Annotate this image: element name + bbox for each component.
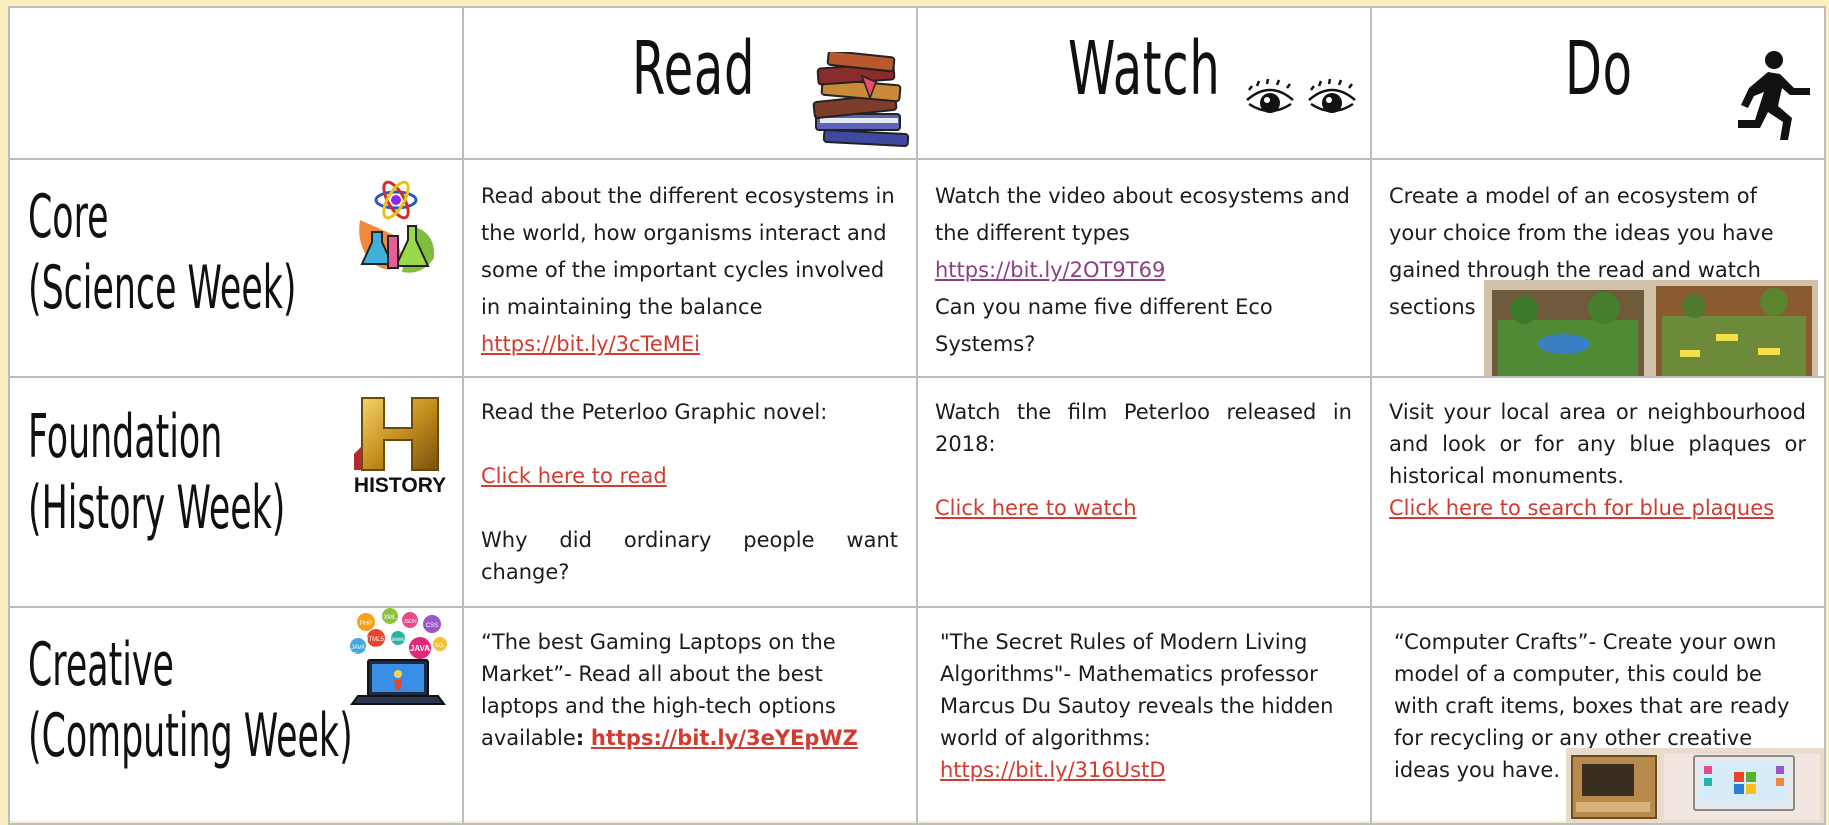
creative-watch-text: "The Secret Rules of Modern Living Algor… [940, 630, 1334, 750]
sql-bubble-label: SQL [435, 643, 445, 649]
watch-header-cell: Watch [916, 6, 1372, 160]
foundation-read-link[interactable]: Click here to read [481, 464, 667, 488]
foundation-read-text: Read the Peterloo Graphic novel: [481, 400, 828, 424]
foundation-read-question-end: change? [481, 560, 570, 584]
foundation-title: Foundation (History Week) [28, 402, 285, 544]
watch-heading: Watch [1068, 26, 1221, 112]
creative-read-link[interactable]: https://bit.ly/3eYEpWZ [591, 726, 858, 750]
history-logo-text: HISTORY [354, 474, 446, 497]
core-title-cell: Core (Science Week) [8, 158, 464, 378]
foundation-do-link[interactable]: Click here to search for blue plaques [1389, 496, 1774, 520]
core-watch-question: Can you name five different Eco Systems? [935, 295, 1273, 356]
read-heading: Read [632, 26, 756, 112]
creative-read-colon: : [575, 726, 585, 750]
creative-read-content: “The best Gaming Laptops on the Market”-… [481, 626, 898, 754]
corner-cell [8, 6, 464, 160]
ecosystem-model-photo [1484, 280, 1818, 375]
core-read-content: Read about the different ecosystems in t… [481, 178, 898, 363]
creative-do-cell: “Computer Crafts”- Create your own model… [1370, 606, 1826, 825]
core-read-cell: Read about the different ecosystems in t… [462, 158, 918, 378]
foundation-do-text: Visit your local area or neighbourhood a… [1389, 400, 1806, 488]
foundation-watch-content: Watch the film Peterloo released in 2018… [935, 396, 1352, 524]
foundation-title-line2: (History Week) [28, 472, 286, 543]
eyes-icon [1246, 78, 1356, 113]
foundation-read-content: Read the Peterloo Graphic novel: Click h… [481, 396, 898, 588]
creative-watch-content: "The Secret Rules of Modern Living Algor… [940, 626, 1352, 786]
books-icon [812, 52, 910, 148]
activity-table: Read Watch Do Core (Science Week) Read a… [8, 6, 1826, 825]
read-header-cell: Read [462, 6, 918, 160]
cpp-bubble-label: C++ [353, 652, 363, 658]
creative-watch-cell: "The Secret Rules of Modern Living Algor… [916, 606, 1372, 825]
core-watch-text: Watch the video about ecosystems and the… [935, 184, 1350, 245]
header-row: Read Watch Do [8, 6, 1826, 160]
foundation-watch-link[interactable]: Click here to watch [935, 496, 1137, 520]
creative-title: Creative (Computing Week) [28, 630, 353, 772]
running-person-icon [1738, 51, 1810, 140]
foundation-do-content: Visit your local area or neighbourhood a… [1389, 396, 1806, 524]
computer-craft-photo [1566, 748, 1823, 822]
foundation-row: Foundation (History Week) HISTORY Read t [8, 376, 1826, 608]
core-do-cell: Create a model of an ecosystem of your c… [1370, 158, 1826, 378]
java-bubble-label: JAVA [410, 644, 430, 653]
foundation-watch-text: Watch the film Peterloo released in 2018… [935, 400, 1352, 456]
foundation-watch-cell: Watch the film Peterloo released in 2018… [916, 376, 1372, 608]
css-bubble-label: CSS [426, 623, 438, 629]
creative-title-line1: Creative [28, 630, 174, 700]
php-bubble-label: PHP [360, 621, 372, 627]
java-small-bubble-label: JAVA [351, 645, 365, 651]
creative-title-cell: Creative (Computing Week) HTML5 JAVA JAV… [8, 606, 464, 825]
ruby-bubble-label: RUBY [369, 646, 384, 652]
activity-grid: Read Watch Do Core (Science Week) Read a… [8, 6, 1826, 825]
www-bubble-label: www [391, 637, 406, 643]
html5-bubble-label: HTML5 [364, 637, 384, 643]
history-channel-logo: HISTORY [354, 397, 446, 497]
core-watch-content: Watch the video about ecosystems and the… [935, 178, 1352, 363]
foundation-read-question: Why did ordinary people want [481, 528, 898, 552]
core-watch-cell: Watch the video about ecosystems and the… [916, 158, 1372, 378]
do-header-cell: Do [1370, 6, 1826, 160]
json-bubble-label: JSON [403, 619, 417, 625]
science-lab-icon [359, 180, 435, 273]
do-heading: Do [1565, 26, 1633, 112]
creative-row: Creative (Computing Week) HTML5 JAVA JAV… [8, 606, 1826, 825]
creative-watch-link[interactable]: https://bit.ly/316UstD [940, 758, 1165, 782]
creative-title-line2: (Computing Week) [28, 700, 353, 771]
foundation-title-cell: Foundation (History Week) HISTORY [8, 376, 464, 608]
coding-laptop-icon: HTML5 JAVA JAVA CSS PHP XML JSON SQL www… [350, 609, 447, 705]
core-watch-link[interactable]: https://bit.ly/2OT9T69 [935, 258, 1165, 282]
core-row: Core (Science Week) Read about the diffe… [8, 158, 1826, 378]
foundation-do-cell: Visit your local area or neighbourhood a… [1370, 376, 1826, 608]
core-title-line1: Core [28, 182, 109, 252]
core-read-text: Read about the different ecosystems in t… [481, 184, 895, 319]
core-title-line2: (Science Week) [28, 252, 297, 323]
core-read-link[interactable]: https://bit.ly/3cTeMEi [481, 332, 700, 356]
xml-bubble-label: XML [384, 615, 397, 621]
foundation-title-line1: Foundation [28, 402, 223, 472]
creative-read-cell: “The best Gaming Laptops on the Market”-… [462, 606, 918, 825]
core-title: Core (Science Week) [28, 182, 296, 324]
foundation-read-cell: Read the Peterloo Graphic novel: Click h… [462, 376, 918, 608]
